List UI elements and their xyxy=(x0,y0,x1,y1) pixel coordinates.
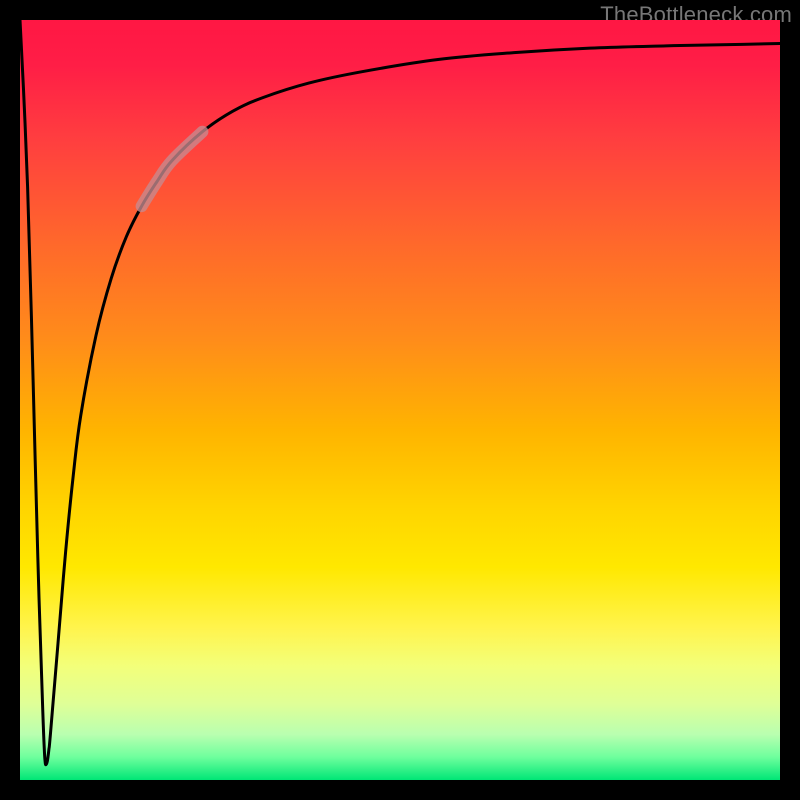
bottleneck-curve-main xyxy=(20,20,780,765)
curve-svg xyxy=(20,20,780,780)
bottleneck-curve-highlight xyxy=(142,132,203,206)
plot-area xyxy=(20,20,780,780)
chart-frame: TheBottleneck.com xyxy=(0,0,800,800)
